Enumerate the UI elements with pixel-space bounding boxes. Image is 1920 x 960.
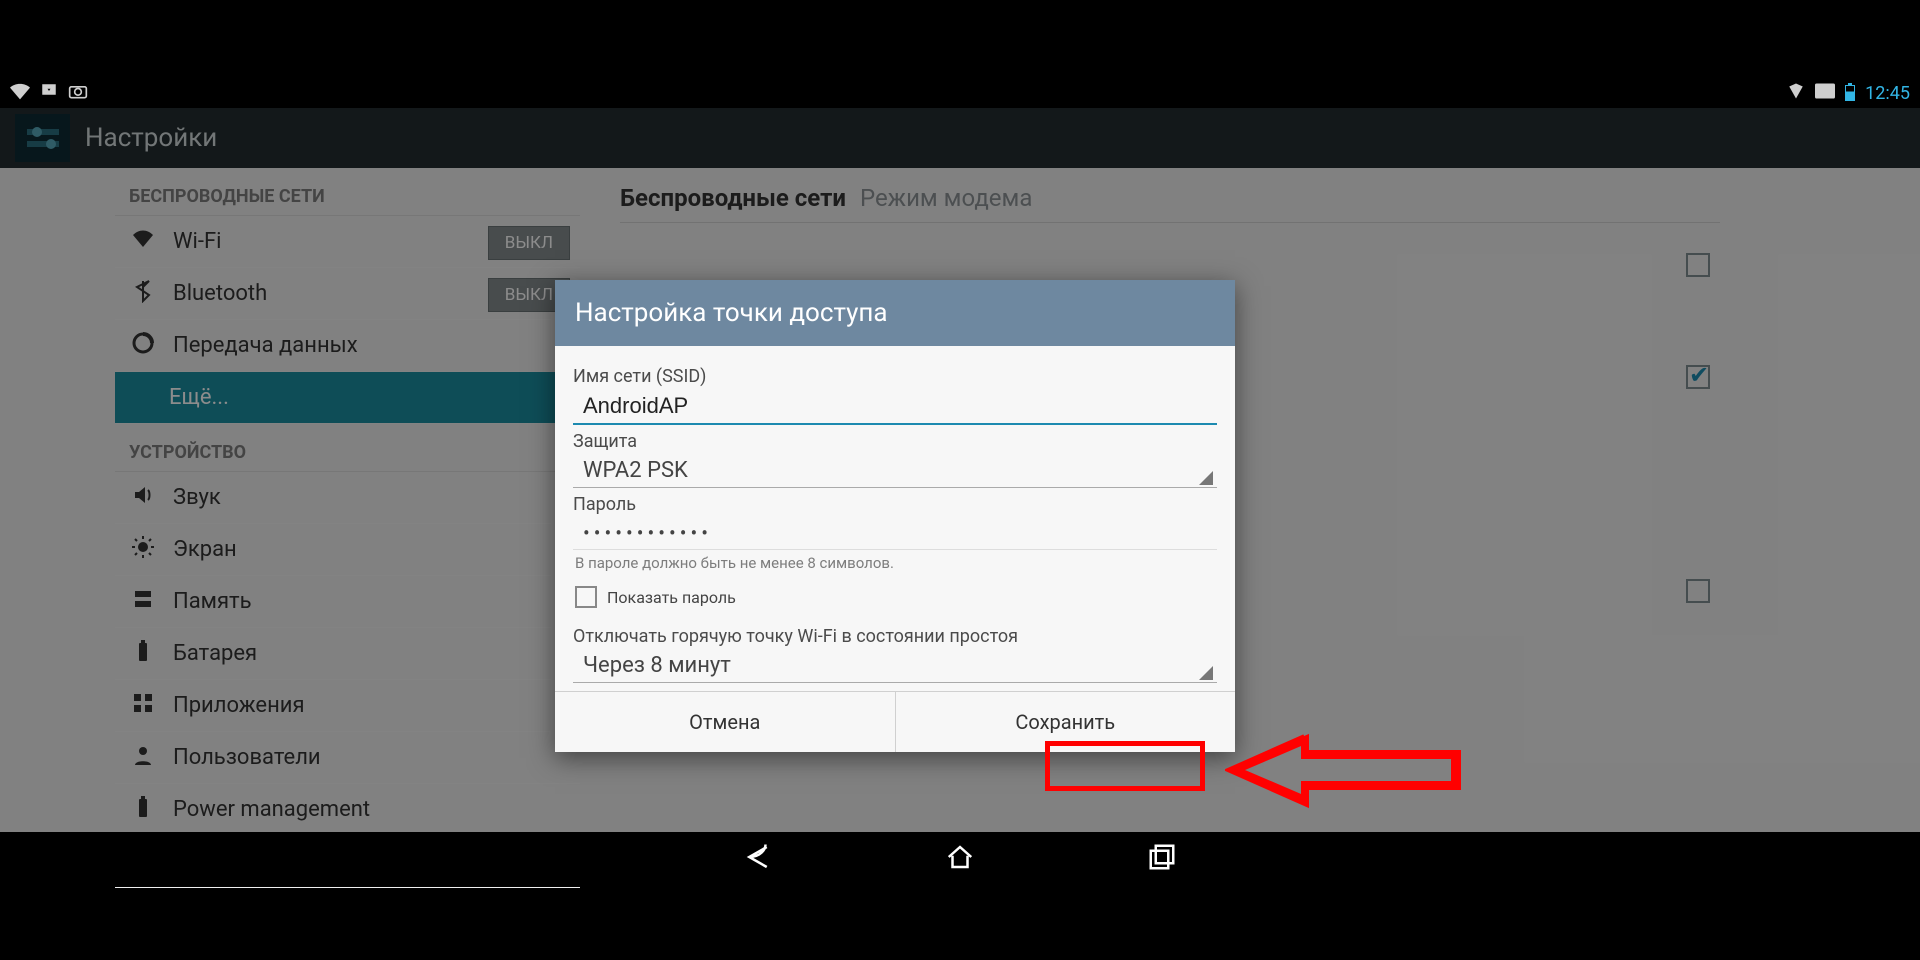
annotation-highlight-box	[1045, 741, 1205, 791]
letterbox-bottom	[0, 882, 1920, 960]
dialog-title: Настройка точки доступа	[555, 280, 1235, 346]
back-button[interactable]	[742, 841, 774, 873]
security-label: Защита	[573, 431, 1217, 452]
ssid-label: Имя сети (SSID)	[573, 366, 1217, 387]
annotation-arrow-icon	[1225, 730, 1475, 810]
cancel-button[interactable]: Отмена	[555, 692, 896, 752]
password-label: Пароль	[573, 494, 1217, 515]
keyboard-status-icon	[1815, 83, 1835, 104]
password-input[interactable]: ••••••••••••	[573, 515, 1217, 549]
wifi-status-icon	[10, 82, 30, 105]
camera-status-icon	[68, 82, 88, 105]
security-spinner[interactable]: WPA2 PSK	[573, 452, 1217, 488]
recent-apps-button[interactable]	[1146, 841, 1178, 873]
idle-value: Через 8 минут	[583, 653, 731, 678]
status-clock: 12:45	[1865, 83, 1910, 104]
home-button[interactable]	[944, 841, 976, 873]
download-status-icon	[40, 82, 58, 105]
show-password-checkbox[interactable]	[575, 586, 597, 608]
system-nav-bar	[0, 832, 1920, 882]
location-status-icon	[1787, 82, 1805, 105]
hotspot-config-dialog: Настройка точки доступа Имя сети (SSID) …	[555, 280, 1235, 752]
show-password-label: Показать пароль	[607, 588, 736, 607]
ssid-input[interactable]	[573, 387, 1217, 425]
idle-label: Отключать горячую точку Wi-Fi в состояни…	[573, 626, 1217, 647]
status-bar: 12:45	[0, 78, 1920, 108]
password-helper: В пароле должно быть не менее 8 символов…	[573, 549, 1217, 580]
android-screen: 12:45 Настройки БЕСПРОВОДНЫЕ СЕТИ Wi-Fi …	[0, 78, 1920, 882]
letterbox-top	[0, 0, 1920, 78]
security-value: WPA2 PSK	[583, 458, 688, 483]
show-password-row[interactable]: Показать пароль	[573, 580, 1217, 620]
battery-icon	[1845, 85, 1855, 101]
dialog-body: Имя сети (SSID) Защита WPA2 PSK Пароль •…	[555, 346, 1235, 691]
idle-spinner[interactable]: Через 8 минут	[573, 647, 1217, 683]
